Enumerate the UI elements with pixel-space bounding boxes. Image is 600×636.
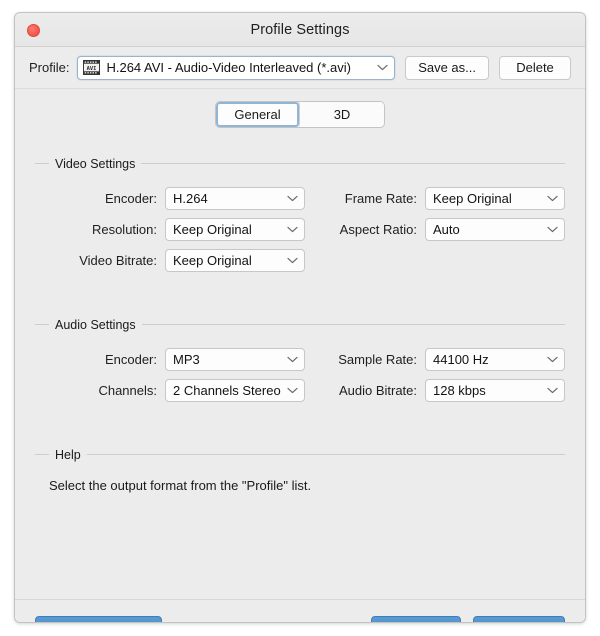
chevron-down-icon [547, 195, 558, 202]
video-bitrate-label: Video Bitrate: [35, 253, 157, 268]
profile-dropdown[interactable]: AVI H.264 AVI - Audio-Video Interleaved … [77, 56, 395, 80]
frame-rate-dropdown[interactable]: Keep Original [425, 187, 565, 210]
video-encoder-dropdown[interactable]: H.264 [165, 187, 305, 210]
field-frame-rate: Frame Rate: Keep Original [316, 187, 565, 210]
video-encoder-value: H.264 [173, 191, 281, 206]
audio-row-2: Channels: 2 Channels Stereo Audio Bitrat… [35, 379, 565, 402]
video-encoder-label: Encoder: [35, 191, 157, 206]
chevron-down-icon [547, 387, 558, 394]
window-title: Profile Settings [15, 13, 585, 47]
video-row-3: Video Bitrate: Keep Original [35, 249, 565, 272]
svg-text:AVI: AVI [87, 66, 97, 72]
settings-body: Video Settings Encoder: H.264 Frame Rate… [15, 155, 585, 599]
channels-value: 2 Channels Stereo [173, 383, 281, 398]
audio-encoder-label: Encoder: [35, 352, 157, 367]
field-audio-bitrate: Audio Bitrate: 128 kbps [316, 379, 565, 402]
resolution-label: Resolution: [35, 222, 157, 237]
resolution-dropdown[interactable]: Keep Original [165, 218, 305, 241]
ok-button[interactable]: OK [473, 616, 565, 624]
restore-defaults-button[interactable]: Restore Defaults [35, 616, 162, 624]
sample-rate-value: 44100 Hz [433, 352, 541, 367]
channels-dropdown[interactable]: 2 Channels Stereo [165, 379, 305, 402]
video-settings-group: Video Settings Encoder: H.264 Frame Rate… [35, 155, 565, 272]
audio-row-1: Encoder: MP3 Sample Rate: 44100 Hz [35, 348, 565, 371]
audio-bitrate-dropdown[interactable]: 128 kbps [425, 379, 565, 402]
frame-rate-value: Keep Original [433, 191, 541, 206]
audio-encoder-value: MP3 [173, 352, 281, 367]
avi-film-icon: AVI [83, 60, 100, 75]
profile-settings-window: Profile Settings Profile: [14, 12, 586, 623]
chevron-down-icon [377, 64, 388, 71]
chevron-down-icon [287, 387, 298, 394]
video-row-2: Resolution: Keep Original Aspect Ratio: … [35, 218, 565, 241]
help-text: Select the output format from the "Profi… [49, 478, 565, 493]
sample-rate-label: Sample Rate: [316, 352, 417, 367]
audio-bitrate-label: Audio Bitrate: [316, 383, 417, 398]
profile-bar: Profile: AVI [15, 47, 585, 89]
video-row-1: Encoder: H.264 Frame Rate: Keep Original [35, 187, 565, 210]
profile-label: Profile: [29, 60, 69, 75]
field-resolution: Resolution: Keep Original [35, 218, 316, 241]
resolution-value: Keep Original [173, 222, 281, 237]
chevron-down-icon [287, 356, 298, 363]
chevron-down-icon [287, 257, 298, 264]
aspect-ratio-label: Aspect Ratio: [316, 222, 417, 237]
close-dot-icon[interactable] [27, 24, 40, 37]
chevron-down-icon [547, 356, 558, 363]
group-divider [35, 454, 565, 455]
chevron-down-icon [547, 226, 558, 233]
profile-value: H.264 AVI - Audio-Video Interleaved (*.a… [106, 60, 371, 75]
chevron-down-icon [287, 226, 298, 233]
field-channels: Channels: 2 Channels Stereo [35, 379, 316, 402]
aspect-ratio-value: Auto [433, 222, 541, 237]
footer-bar: Restore Defaults Cancel OK [15, 599, 585, 623]
aspect-ratio-dropdown[interactable]: Auto [425, 218, 565, 241]
channels-label: Channels: [35, 383, 157, 398]
save-as-button[interactable]: Save as... [405, 56, 489, 80]
audio-settings-group: Audio Settings Encoder: MP3 Sample Rate:… [35, 316, 565, 402]
field-audio-encoder: Encoder: MP3 [35, 348, 316, 371]
delete-button[interactable]: Delete [499, 56, 571, 80]
audio-settings-legend: Audio Settings [49, 318, 142, 332]
tab-3d[interactable]: 3D [300, 102, 384, 127]
frame-rate-label: Frame Rate: [316, 191, 417, 206]
video-bitrate-dropdown[interactable]: Keep Original [165, 249, 305, 272]
cancel-button[interactable]: Cancel [371, 616, 461, 624]
video-bitrate-value: Keep Original [173, 253, 281, 268]
field-video-encoder: Encoder: H.264 [35, 187, 316, 210]
sample-rate-dropdown[interactable]: 44100 Hz [425, 348, 565, 371]
chevron-down-icon [287, 195, 298, 202]
field-video-bitrate: Video Bitrate: Keep Original [35, 249, 320, 272]
titlebar: Profile Settings [15, 13, 585, 47]
tab-bar: General 3D [15, 89, 585, 139]
help-legend: Help [49, 448, 87, 462]
audio-encoder-dropdown[interactable]: MP3 [165, 348, 305, 371]
audio-bitrate-value: 128 kbps [433, 383, 541, 398]
field-aspect-ratio: Aspect Ratio: Auto [316, 218, 565, 241]
help-group: Help Select the output format from the "… [35, 446, 565, 493]
tab-general[interactable]: General [216, 102, 300, 127]
video-settings-legend: Video Settings [49, 157, 141, 171]
field-sample-rate: Sample Rate: 44100 Hz [316, 348, 565, 371]
